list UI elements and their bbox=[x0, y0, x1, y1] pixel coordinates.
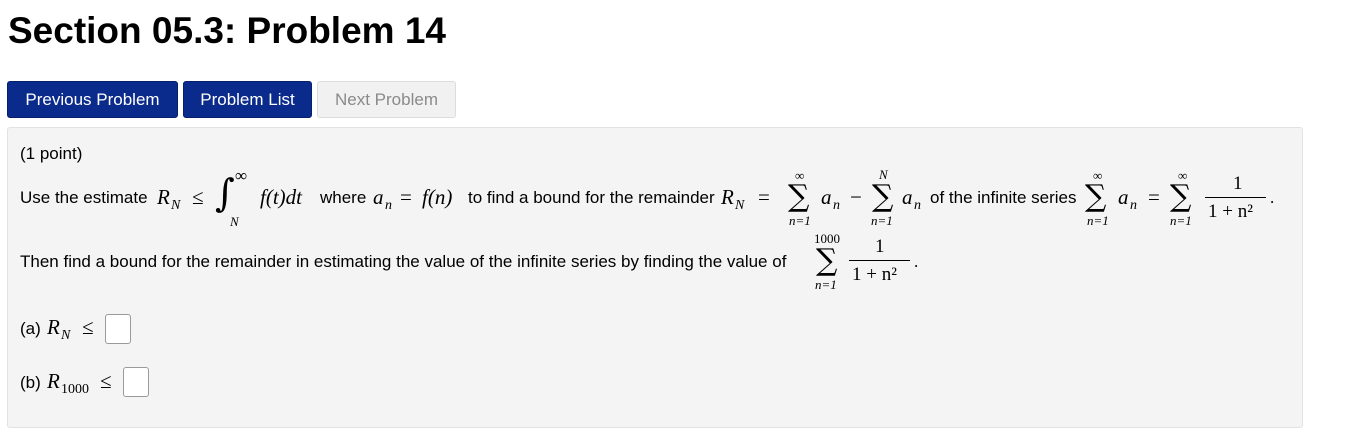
math-sub-N: N bbox=[171, 198, 181, 213]
math-period: . bbox=[1270, 188, 1275, 207]
instruction-text-find: to find a bound for the remainder bbox=[468, 188, 715, 207]
math-sub-1000: 1000 bbox=[61, 382, 89, 397]
sigma-symbol: ∑ bbox=[788, 179, 810, 214]
math-R: R bbox=[157, 185, 170, 209]
integral-upper-limit: ∞ bbox=[235, 166, 248, 185]
math-sub-N: N bbox=[61, 328, 71, 343]
math-R: R bbox=[47, 315, 60, 339]
instruction-text-series: of the infinite series bbox=[930, 188, 1077, 207]
sum-lower-limit: n=1 bbox=[789, 213, 811, 228]
previous-problem-button[interactable]: Previous Problem bbox=[7, 81, 178, 118]
problem-list-button[interactable]: Problem List bbox=[183, 81, 312, 118]
answer-a-input[interactable] bbox=[105, 314, 131, 344]
math-a: a bbox=[821, 185, 832, 209]
math-equals: = bbox=[400, 185, 412, 209]
math-equals: = bbox=[1148, 185, 1160, 209]
integral-lower-limit: N bbox=[230, 214, 239, 229]
sigma-symbol: ∑ bbox=[872, 179, 894, 214]
math-R: R bbox=[721, 185, 734, 209]
math-sub-n: n bbox=[385, 198, 392, 213]
math-f-of-n: f(n) bbox=[422, 185, 453, 209]
math-sub-N: N bbox=[735, 198, 745, 213]
fraction-bar bbox=[849, 260, 910, 261]
sum-lower-limit: n=1 bbox=[1170, 213, 1192, 228]
instruction-text-where: where bbox=[320, 188, 367, 207]
answer-b-input[interactable] bbox=[123, 367, 149, 397]
instruction-text-line2: Then find a bound for the remainder in e… bbox=[20, 252, 787, 271]
math-a: a bbox=[373, 185, 384, 209]
instruction-text: Use the estimate bbox=[20, 188, 148, 207]
math-le: ≤ bbox=[82, 315, 94, 339]
math-period: . bbox=[914, 252, 919, 271]
integral-sign: ∫ bbox=[215, 171, 235, 215]
problem-body: (1 point) Use the estimate R N ≤ ∫ ∞ N f… bbox=[7, 127, 1303, 428]
page-title: Section 05.3: Problem 14 bbox=[8, 10, 447, 51]
sum-lower-limit: n=1 bbox=[1087, 213, 1109, 228]
math-a: a bbox=[902, 185, 913, 209]
sigma-symbol: ∑ bbox=[816, 243, 838, 278]
fraction-numerator: 1 bbox=[875, 236, 885, 257]
part-b-label: (b) bbox=[20, 373, 41, 392]
math-le: ≤ bbox=[192, 185, 204, 209]
part-a-label: (a) bbox=[20, 319, 41, 338]
math-R: R bbox=[47, 369, 60, 393]
sum-lower-limit: n=1 bbox=[871, 213, 893, 228]
math-a: a bbox=[1118, 185, 1129, 209]
sigma-symbol: ∑ bbox=[1085, 179, 1107, 214]
math-sub-n: n bbox=[1130, 198, 1137, 213]
math-le: ≤ bbox=[100, 369, 112, 393]
math-sub-n: n bbox=[914, 198, 921, 213]
fraction-numerator: 1 bbox=[1233, 173, 1243, 194]
fraction-denominator: 1 + n² bbox=[1208, 201, 1253, 222]
next-problem-button: Next Problem bbox=[317, 81, 456, 118]
fraction-bar bbox=[1205, 197, 1266, 198]
sum-lower-limit: n=1 bbox=[815, 277, 837, 292]
point-value: (1 point) bbox=[20, 144, 83, 163]
math-integrand: f(t)dt bbox=[260, 185, 302, 209]
math-sub-n: n bbox=[833, 198, 840, 213]
fraction-denominator: 1 + n² bbox=[852, 264, 897, 285]
sigma-symbol: ∑ bbox=[1170, 179, 1192, 214]
math-minus: − bbox=[850, 185, 862, 209]
math-equals: = bbox=[758, 185, 770, 209]
